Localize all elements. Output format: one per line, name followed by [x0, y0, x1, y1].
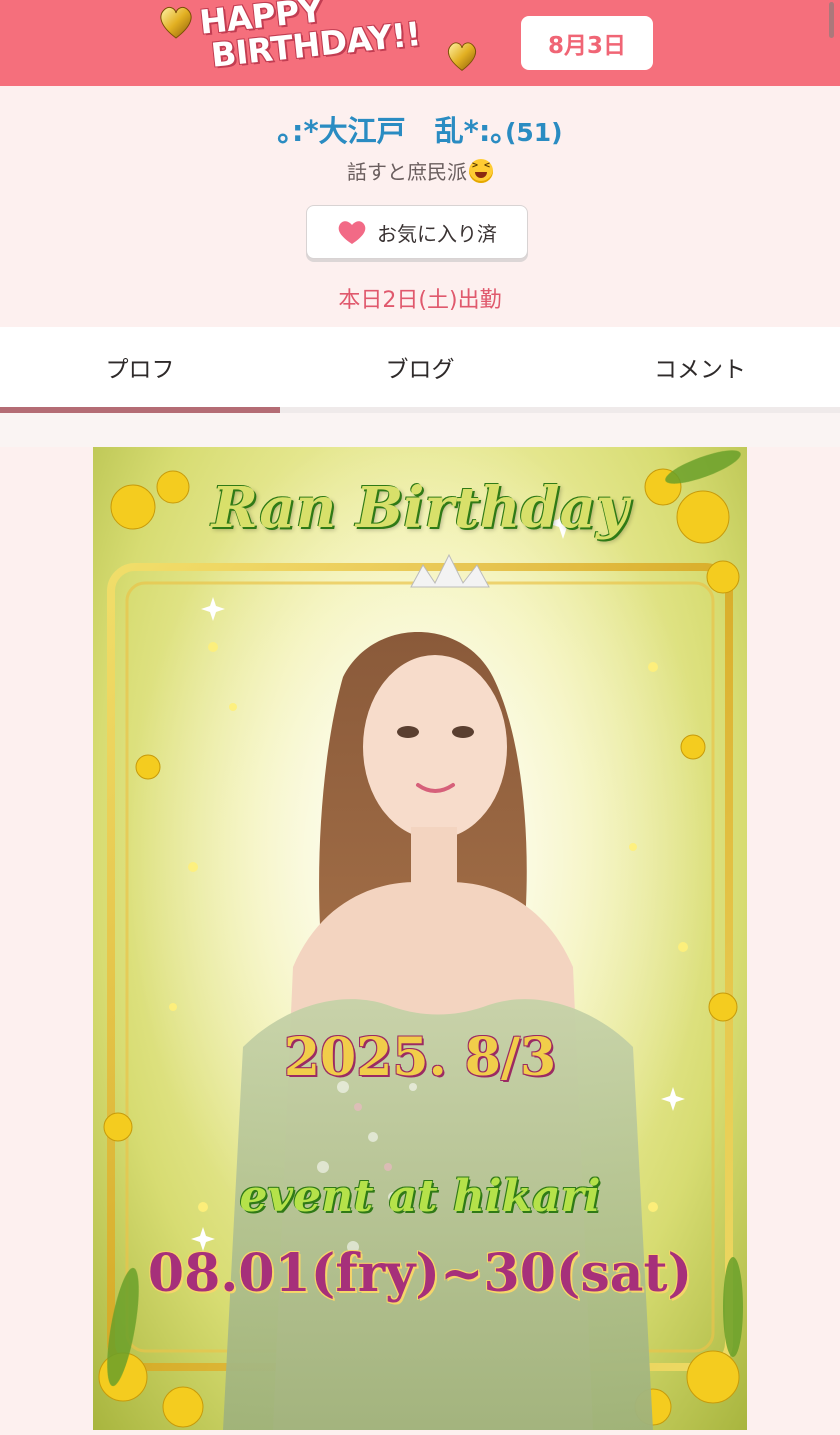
scroll-indicator[interactable] — [829, 2, 834, 38]
tab-comment[interactable]: コメント — [560, 327, 840, 413]
catchphrase: 話すと庶民派 — [0, 156, 840, 185]
cast-name: ｡:*大江戸 乱*:｡(51) — [0, 108, 840, 150]
favorite-button[interactable]: お気に入り済 — [306, 205, 528, 259]
poster-event: event at hikari — [239, 1171, 601, 1222]
tab-blog[interactable]: ブログ — [280, 327, 560, 413]
tab-bar: プロフ ブログ コメント — [0, 327, 840, 413]
cast-name-text: ｡:*大江戸 乱*:｡ — [277, 114, 505, 148]
poster-period: 08.01(fry)~30(sat) — [147, 1243, 693, 1304]
gold-heart-icon — [160, 6, 192, 39]
birthday-banner: HAPPY BIRTHDAY!! 8月3日 — [0, 0, 840, 87]
cast-age: (51) — [504, 118, 563, 147]
tab-profile[interactable]: プロフ — [0, 327, 280, 413]
birthday-date-badge: 8月3日 — [521, 16, 653, 70]
favorite-button-label: お気に入り済 — [377, 221, 497, 246]
heart-icon — [338, 221, 366, 244]
gold-heart-icon — [447, 42, 477, 71]
poster-title: Ran Birthday — [211, 475, 629, 541]
birthday-event-image[interactable]: Ran Birthday 2025. 8/3 event at hikari 0… — [93, 447, 747, 1430]
content-gap — [0, 413, 840, 447]
catchphrase-text: 話すと庶民派 — [347, 160, 467, 184]
profile-header: ｡:*大江戸 乱*:｡(51) 話すと庶民派 お気に入り済 本日2日(土)出勤 — [0, 86, 840, 327]
grinning-squinting-face-icon — [469, 159, 493, 183]
happy-birthday-text: HAPPY BIRTHDAY!! — [197, 0, 423, 75]
work-schedule: 本日2日(土)出勤 — [338, 288, 502, 313]
poster-date: 2025. 8/3 — [283, 1027, 557, 1088]
